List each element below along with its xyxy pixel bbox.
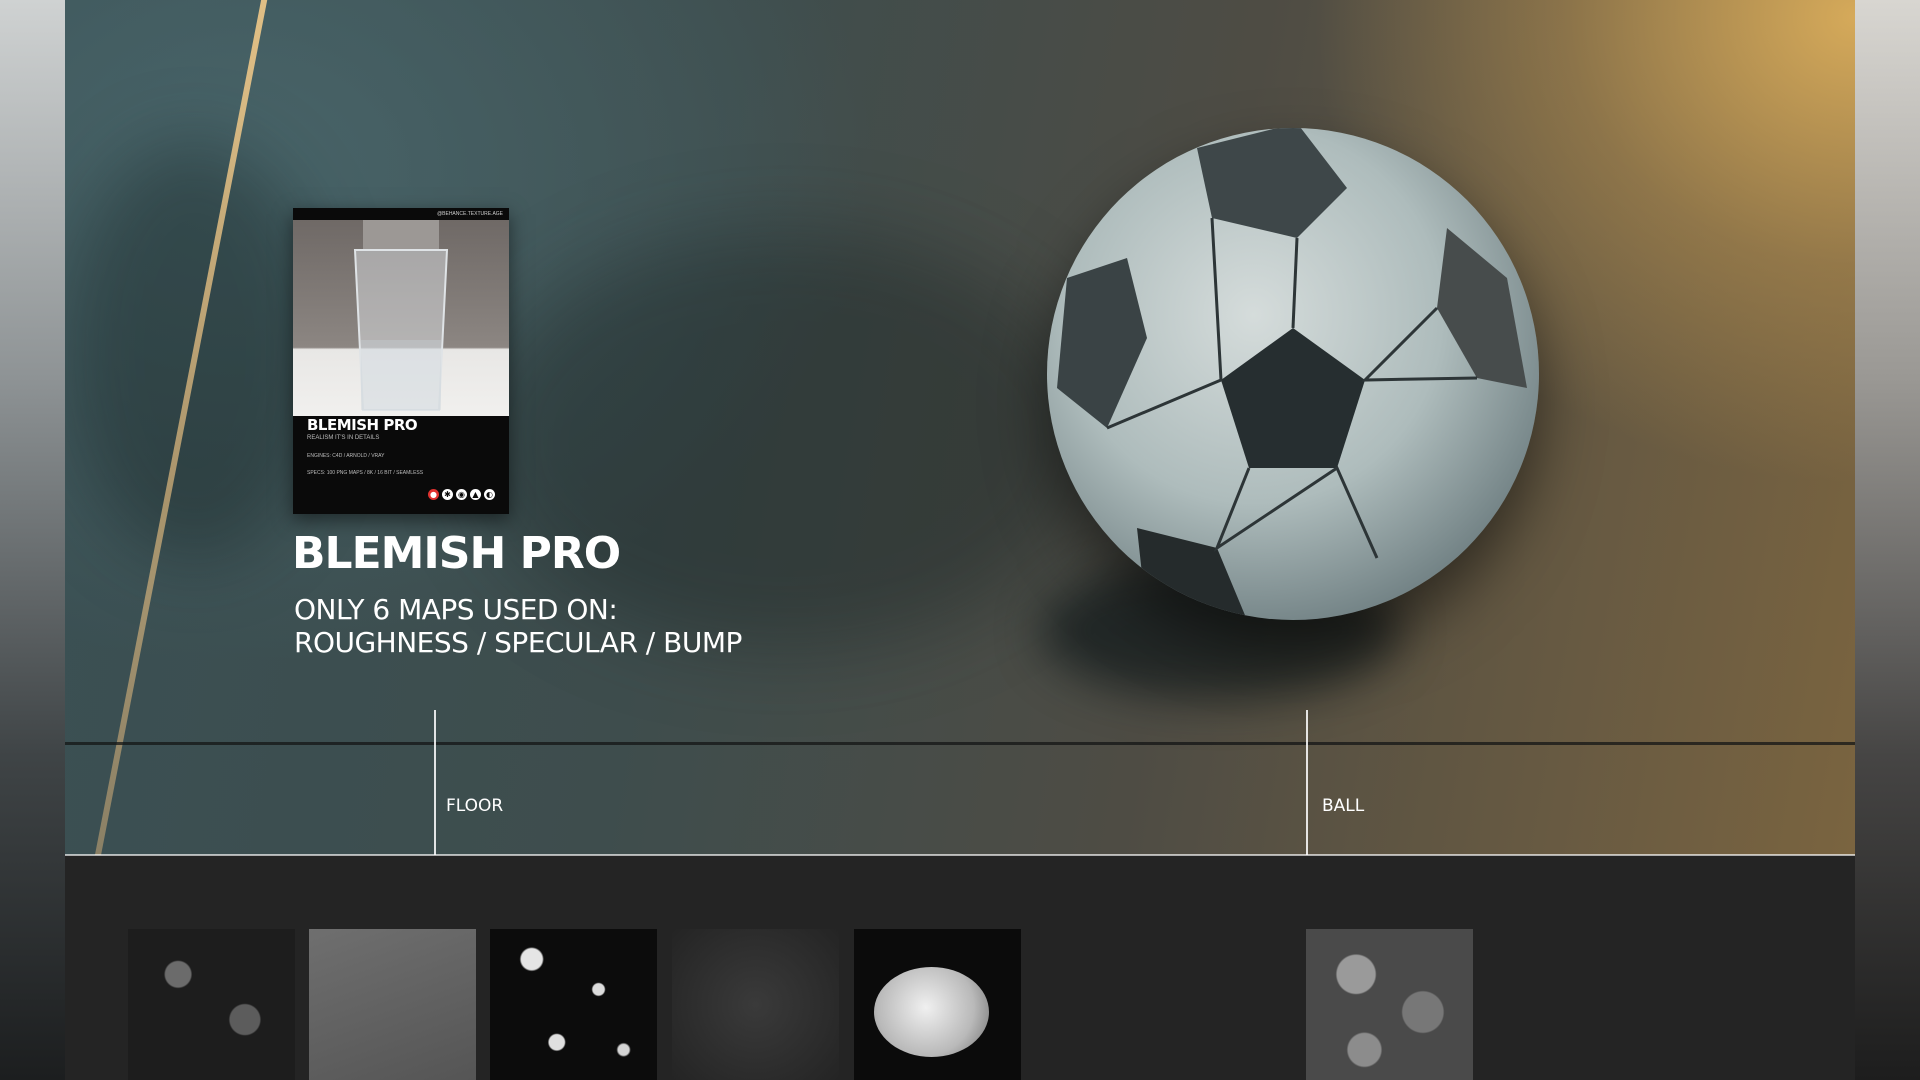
ball-seam bbox=[1213, 465, 1379, 559]
soccer-ball bbox=[1047, 128, 1539, 620]
floor-map-thumbnail-4 bbox=[672, 929, 839, 1080]
left-edge-blur bbox=[0, 0, 65, 1080]
ball-label: BALL bbox=[1322, 796, 1365, 816]
maps-description-line-2: ROUGHNESS / SPECULAR / BUMP bbox=[294, 626, 742, 659]
ball-panel bbox=[1057, 258, 1147, 428]
corona-icon: ◐ bbox=[484, 489, 495, 500]
right-edge-blur bbox=[1855, 0, 1920, 1080]
poster-specs-value: 100 PNG MAPS / 8K / 16 BIT / SEAMLESS bbox=[326, 470, 424, 476]
floor-map-thumbnail-2 bbox=[309, 929, 476, 1080]
ball-divider bbox=[1306, 710, 1308, 855]
ball-panel bbox=[1197, 128, 1347, 238]
maps-description-line-1: ONLY 6 MAPS USED ON: bbox=[294, 593, 618, 626]
product-title: BLEMISH PRO bbox=[292, 528, 621, 579]
ball-seam bbox=[1291, 237, 1299, 329]
poster-title: BLEMISH PRO bbox=[307, 416, 418, 434]
redshift-icon: ● bbox=[428, 489, 439, 500]
floor-stain bbox=[475, 230, 1095, 650]
ball-panels bbox=[1057, 128, 1527, 620]
arnold-icon: ◉ bbox=[456, 489, 467, 500]
floor-crack-horizontal bbox=[65, 742, 1855, 745]
poster-engines-value: C4D / ARNOLD / VRAY bbox=[332, 453, 385, 459]
floor-map-thumbnail-3 bbox=[490, 929, 657, 1080]
vray-icon: ▲ bbox=[470, 489, 481, 500]
octane-icon: ✱ bbox=[442, 489, 453, 500]
ball-map-thumbnail bbox=[1306, 929, 1473, 1080]
water-stream bbox=[363, 220, 439, 250]
poster-specs-label: SPECS: bbox=[307, 470, 326, 476]
poster-specs: SPECS: 100 PNG MAPS / 8K / 16 BIT / SEAM… bbox=[307, 470, 423, 476]
floor-label: FLOOR bbox=[446, 796, 504, 816]
stain-blob bbox=[874, 967, 989, 1057]
poster-subtitle: REALISM IT'S IN DETAILS bbox=[307, 435, 380, 441]
floor-divider bbox=[434, 710, 436, 855]
poster-top-text: @BEHANCE.TEXTURE.AGE bbox=[437, 211, 503, 217]
glass-icon bbox=[353, 220, 449, 411]
ball-panel bbox=[1221, 328, 1365, 468]
poster-engine-icons: ● ✱ ◉ ▲ ◐ bbox=[428, 489, 495, 500]
poster-photo-glass bbox=[293, 220, 509, 416]
poster-engines: ENGINES: C4D / ARNOLD / VRAY bbox=[307, 453, 384, 459]
floor-map-thumbnail-1 bbox=[128, 929, 295, 1080]
poster-engines-label: ENGINES: bbox=[307, 453, 331, 459]
glass-water bbox=[361, 340, 441, 410]
product-poster: @BEHANCE.TEXTURE.AGE BLEMISH PRO REALISM… bbox=[293, 208, 509, 514]
floor-map-thumbnail-5 bbox=[854, 929, 1021, 1080]
